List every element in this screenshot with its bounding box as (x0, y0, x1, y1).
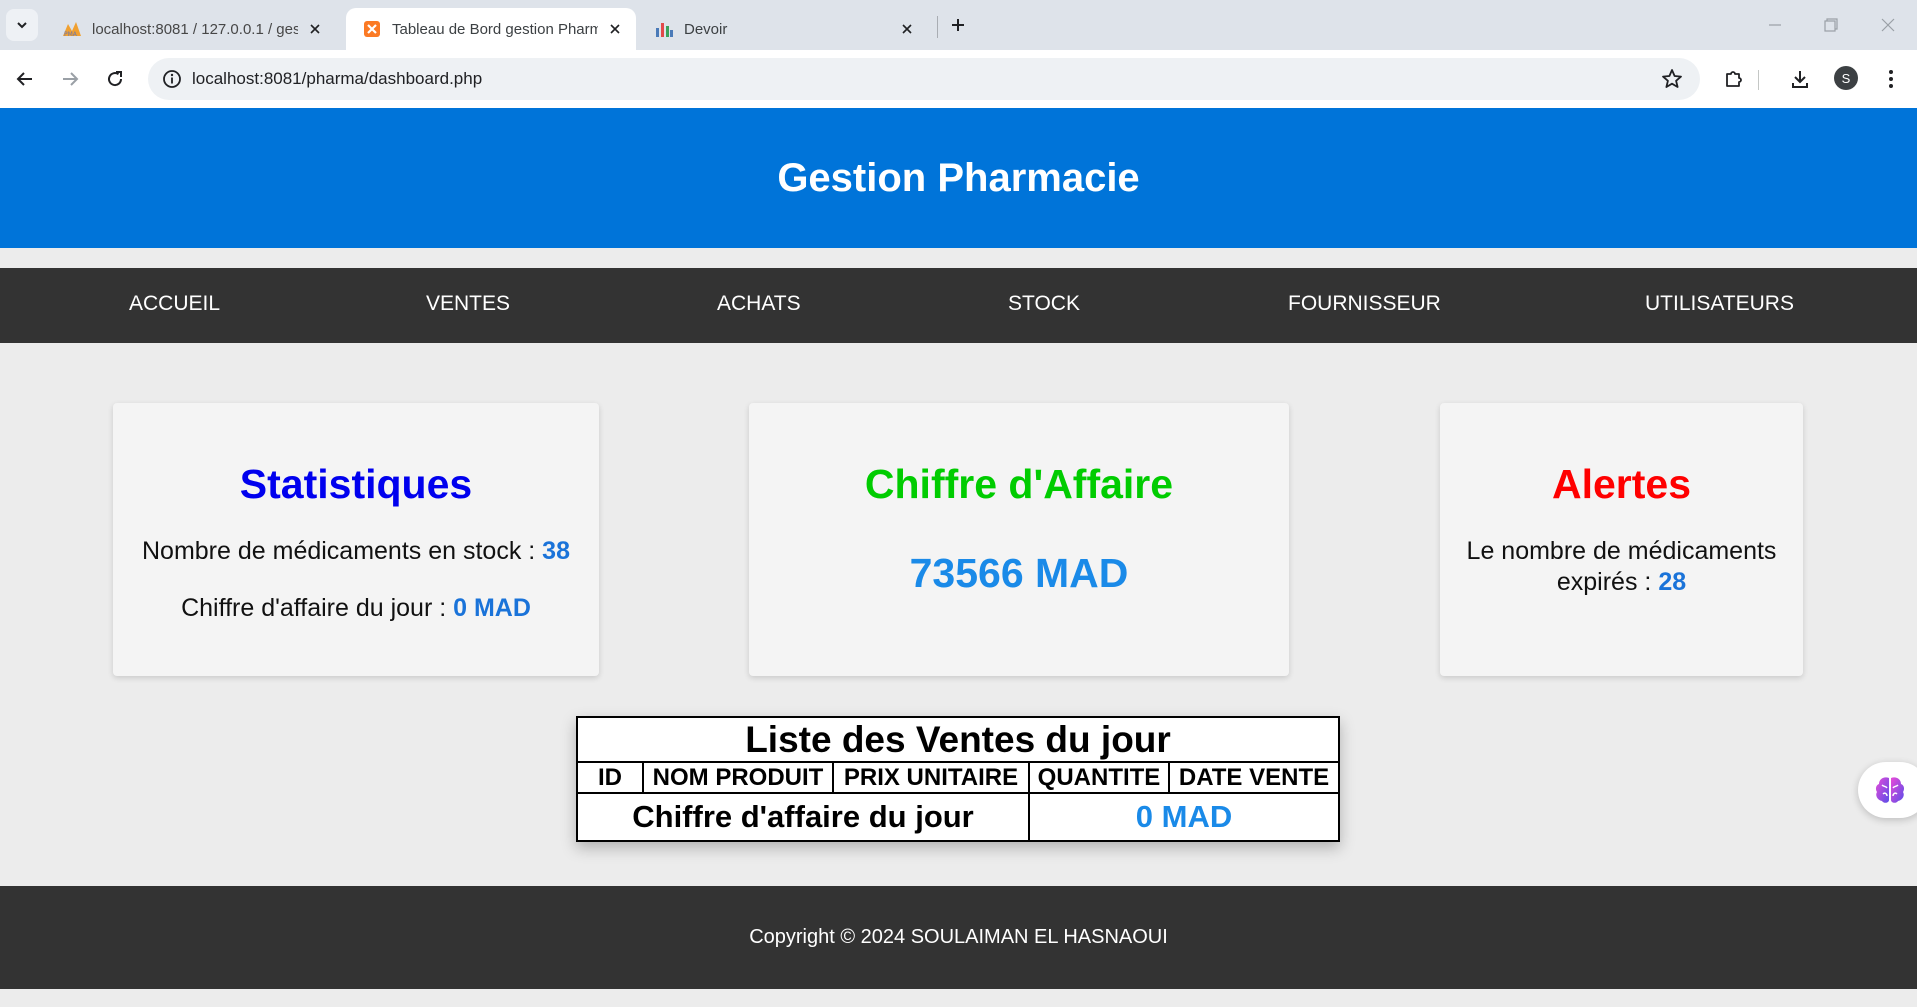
new-tab-button[interactable] (944, 11, 972, 39)
bookmark-star-icon[interactable] (1660, 67, 1684, 91)
daily-revenue-line: Chiffre d'affaire du jour : 0 MAD (113, 593, 599, 624)
phpmyadmin-icon: PMA (62, 19, 82, 39)
reload-icon (108, 71, 123, 87)
sales-table-caption: Liste des Ventes du jour (576, 716, 1340, 763)
chevron-down-icon (17, 22, 27, 29)
table-header-row: ID NOM PRODUIT PRIX UNITAIRE QUANTITE DA… (576, 761, 1340, 794)
stock-count-label: Nombre de médicaments en stock : (142, 537, 543, 565)
url-text[interactable]: localhost:8081/pharma/dashboard.php (192, 69, 482, 89)
close-icon[interactable] (306, 20, 324, 38)
xampp-icon (362, 19, 382, 39)
nav-utilisateurs[interactable]: UTILISATEURS (1645, 268, 1794, 343)
stock-count-value: 38 (542, 537, 570, 565)
puzzle-icon (1726, 71, 1742, 87)
expired-label-line1: Le nombre de médicaments (1466, 537, 1777, 565)
expired-count-value: 28 (1658, 568, 1687, 596)
site-footer: Copyright © 2024 SOULAIMAN EL HASNAOUI (0, 886, 1917, 989)
site-info-icon[interactable] (152, 58, 192, 100)
stats-card: Statistiques Nombre de médicaments en st… (113, 403, 599, 676)
column-header-quantity: QUANTITE (1028, 761, 1170, 794)
restore-icon (1824, 18, 1838, 32)
copyright-text: Copyright © 2024 SOULAIMAN EL HASNAOUI (749, 926, 1168, 948)
site-header: Gestion Pharmacie (0, 108, 1917, 248)
main-nav: ACCUEIL VENTES ACHATS STOCK FOURNISSEUR … (0, 268, 1917, 343)
stats-card-title: Statistiques (239, 461, 473, 507)
more-vert-icon (1889, 70, 1893, 88)
tab-separator (937, 16, 938, 38)
site-title: Gestion Pharmacie (777, 155, 1140, 200)
extensions-button[interactable] (1717, 62, 1751, 96)
alerts-card: Alertes Le nombre de médicaments expirés… (1440, 403, 1803, 676)
nav-achats[interactable]: ACHATS (717, 268, 801, 343)
revenue-card: Chiffre d'Affaire 73566 MAD (749, 403, 1289, 676)
stock-count-line: Nombre de médicaments en stock : 38 (113, 536, 599, 567)
close-icon[interactable] (606, 20, 624, 38)
minimize-button[interactable] (1760, 10, 1790, 40)
svg-text:PMA: PMA (64, 31, 78, 37)
daily-revenue-value: 0 MAD (453, 594, 531, 622)
total-revenue-value: 73566 MAD (909, 550, 1129, 596)
tab-dashboard[interactable]: Tableau de Bord gestion Pharm (346, 8, 636, 50)
column-header-product: NOM PRODUIT (642, 761, 834, 794)
arrow-left-icon (16, 72, 32, 86)
browser-menu-button[interactable] (1874, 62, 1908, 96)
forward-button[interactable] (53, 62, 87, 96)
table-total-row: Chiffre d'affaire du jour 0 MAD (576, 792, 1340, 842)
close-icon[interactable] (898, 20, 916, 38)
profile-avatar[interactable]: S (1834, 66, 1858, 90)
brain-icon (1875, 777, 1905, 803)
nav-stock[interactable]: STOCK (1008, 268, 1080, 343)
tab-title: Devoir (684, 20, 728, 38)
close-icon (1881, 18, 1895, 32)
nav-ventes[interactable]: VENTES (426, 268, 510, 343)
address-bar[interactable]: localhost:8081/pharma/dashboard.php (148, 58, 1700, 100)
tab-search-button[interactable] (6, 9, 38, 41)
tab-devoir[interactable]: Devoir (638, 8, 928, 50)
nav-fournisseur[interactable]: FOURNISSEUR (1288, 268, 1441, 343)
column-header-unit-price: PRIX UNITAIRE (832, 761, 1030, 794)
download-icon (1792, 71, 1808, 88)
browser-toolbar: localhost:8081/pharma/dashboard.php (0, 50, 1917, 108)
tab-phpmyadmin[interactable]: PMA localhost:8081 / 127.0.0.1 / gest (46, 8, 336, 50)
column-header-sale-date: DATE VENTE (1168, 761, 1340, 794)
reload-button[interactable] (98, 62, 132, 96)
downloads-button[interactable] (1783, 62, 1817, 96)
minimize-icon (1769, 24, 1781, 26)
plus-icon (952, 19, 964, 31)
revenue-card-title: Chiffre d'Affaire (864, 461, 1174, 507)
assistant-floating-button[interactable] (1858, 762, 1917, 818)
daily-total-label: Chiffre d'affaire du jour (576, 792, 1030, 842)
tab-title: localhost:8081 / 127.0.0.1 / gest (92, 20, 298, 38)
column-header-id: ID (576, 761, 644, 794)
expired-count-line: Le nombre de médicaments expirés : 28 (1440, 536, 1803, 598)
expired-label-line2: expirés : (1556, 568, 1659, 596)
restore-button[interactable] (1816, 10, 1846, 40)
nav-accueil[interactable]: ACCUEIL (129, 268, 220, 343)
alerts-card-title: Alertes (1551, 461, 1691, 507)
arrow-right-icon (63, 72, 79, 86)
toolbar-divider (1758, 70, 1759, 90)
browser-tab-strip: PMA localhost:8081 / 127.0.0.1 / gest Ta… (0, 0, 1917, 50)
close-window-button[interactable] (1873, 10, 1903, 40)
chart-icon (654, 19, 674, 39)
daily-revenue-label: Chiffre d'affaire du jour : (181, 594, 454, 622)
tab-title: Tableau de Bord gestion Pharm (392, 20, 598, 38)
daily-total-value: 0 MAD (1028, 792, 1340, 842)
back-button[interactable] (8, 62, 42, 96)
sales-table: Liste des Ventes du jour ID NOM PRODUIT … (576, 716, 1340, 842)
